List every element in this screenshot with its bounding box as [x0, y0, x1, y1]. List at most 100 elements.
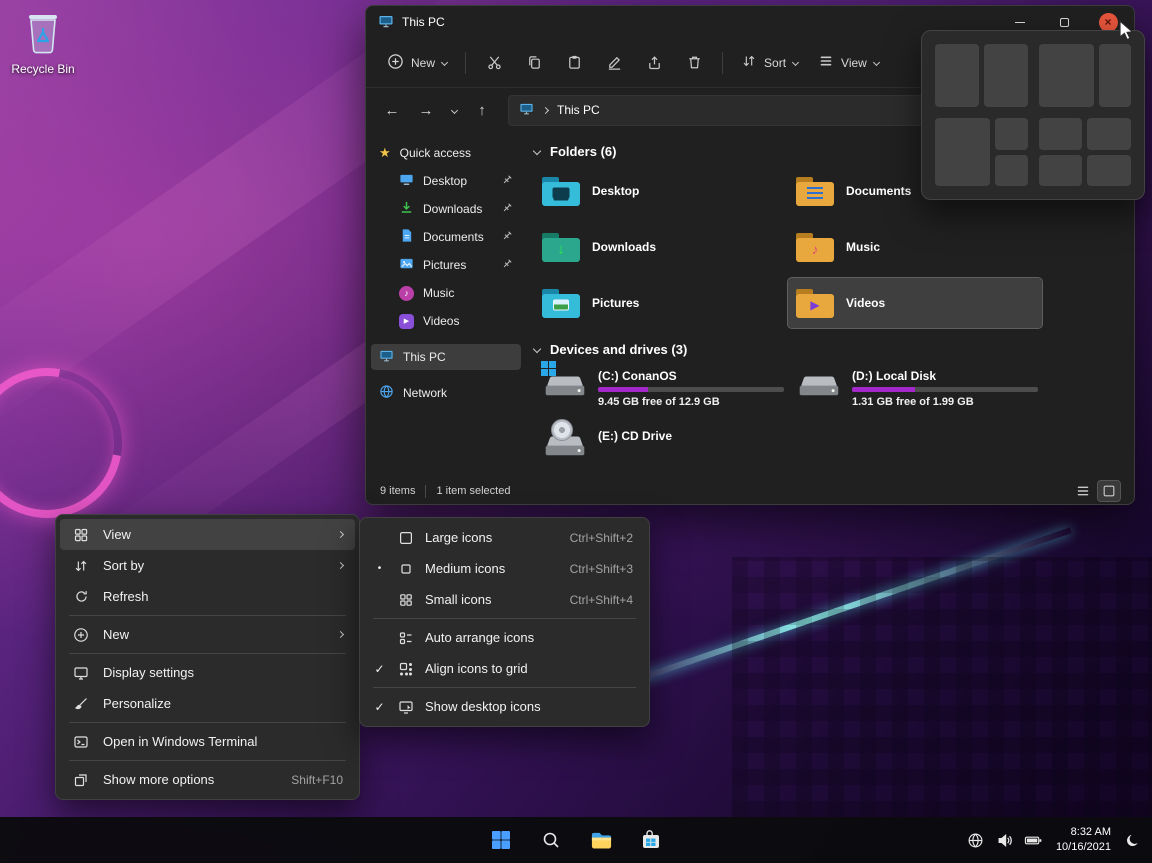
- context-menu-sort-by[interactable]: Sort by: [60, 550, 355, 581]
- d-drive-icon: [796, 368, 842, 403]
- submenu-large-icons[interactable]: Large icons Ctrl+Shift+2: [364, 522, 645, 553]
- devices-section-header[interactable]: Devices and drives (3): [532, 336, 1118, 362]
- drive-tile-d[interactable]: (D:) Local Disk 1.31 GB free of 1.99 GB: [788, 366, 1042, 418]
- context-menu-new[interactable]: New: [60, 619, 355, 650]
- forward-button[interactable]: →: [410, 95, 442, 125]
- collapse-chevron-icon: [532, 146, 542, 156]
- sidebar-item-videos[interactable]: ▶ Videos: [371, 308, 521, 334]
- menu-separator: [69, 760, 346, 761]
- recycle-bin-icon: [22, 15, 64, 58]
- context-menu-show-more-options[interactable]: Show more options Shift+F10: [60, 764, 355, 795]
- sidebar-quick-access[interactable]: ★ Quick access: [371, 140, 521, 166]
- submenu-align-to-grid[interactable]: ✓ Align icons to grid: [364, 653, 645, 684]
- sort-icon: [72, 558, 90, 574]
- battery-icon[interactable]: [1023, 829, 1045, 851]
- sidebar-label: Pictures: [423, 258, 467, 272]
- recent-locations-button[interactable]: [444, 95, 464, 125]
- submenu-small-icons[interactable]: Small icons Ctrl+Shift+4: [364, 584, 645, 615]
- folder-tile-desktop[interactable]: Desktop: [534, 166, 788, 216]
- folder-tile-downloads[interactable]: ↓ Downloads: [534, 222, 788, 272]
- videos-icon: ▶: [399, 313, 414, 329]
- up-button[interactable]: ↑: [466, 95, 498, 125]
- snap-layout-quad-grid[interactable]: [1038, 118, 1131, 186]
- start-button[interactable]: [480, 819, 522, 861]
- search-button[interactable]: [530, 819, 572, 861]
- collapse-chevron-icon: [532, 344, 542, 354]
- submenu-auto-arrange[interactable]: Auto arrange icons: [364, 622, 645, 653]
- menu-item-label: Medium icons: [425, 561, 506, 576]
- drive-free-space: 1.31 GB free of 1.99 GB: [852, 396, 974, 408]
- new-button[interactable]: New: [378, 46, 456, 80]
- back-button[interactable]: ←: [376, 95, 408, 125]
- section-title: Folders (6): [550, 143, 617, 159]
- sidebar-label: Downloads: [423, 202, 483, 216]
- folder-name: Desktop: [592, 184, 640, 198]
- copy-button[interactable]: [515, 46, 553, 80]
- this-pc-window-icon: [378, 13, 394, 32]
- breadcrumb-chevron-icon: [541, 106, 550, 114]
- context-menu-open-terminal[interactable]: Open in Windows Terminal: [60, 726, 355, 757]
- microsoft-store-button[interactable]: [630, 819, 672, 861]
- snap-layout-left-plus-stack[interactable]: [935, 118, 1028, 186]
- drive-tile-c[interactable]: (C:) ConanOS 9.45 GB free of 12.9 GB: [534, 361, 788, 418]
- sidebar-item-downloads[interactable]: Downloads: [371, 196, 521, 222]
- sort-button[interactable]: Sort: [732, 46, 807, 79]
- recycle-bin[interactable]: Recycle Bin: [8, 8, 78, 76]
- desktop-icon: [399, 172, 414, 190]
- snap-layout-wide-left[interactable]: [1038, 44, 1131, 107]
- file-explorer-button[interactable]: [580, 819, 622, 861]
- share-button[interactable]: [635, 46, 673, 80]
- cut-button[interactable]: [475, 46, 513, 80]
- drive-usage-bar: [852, 387, 1038, 392]
- rename-button[interactable]: [595, 46, 633, 80]
- context-menu-personalize[interactable]: Personalize: [60, 688, 355, 719]
- drive-name: (D:) Local Disk: [852, 369, 937, 383]
- folder-tile-videos[interactable]: ▶ Videos: [787, 277, 1043, 329]
- submenu-show-desktop-icons[interactable]: ✓ Show desktop icons: [364, 691, 645, 722]
- context-menu-refresh[interactable]: Refresh: [60, 581, 355, 612]
- new-plus-icon: [72, 627, 90, 643]
- medium-icons-icon: [397, 561, 415, 577]
- star-icon: ★: [379, 145, 391, 160]
- menu-item-label: Sort by: [103, 558, 145, 573]
- sidebar-item-this-pc[interactable]: This PC: [371, 344, 521, 370]
- recycle-bin-label: Recycle Bin: [11, 62, 75, 76]
- view-button[interactable]: View: [809, 46, 888, 79]
- wallpaper-pixel-pattern: [732, 557, 1152, 817]
- status-bar: 9 items 1 item selected: [366, 478, 1134, 504]
- context-menu-view[interactable]: View: [60, 519, 355, 550]
- sidebar-label: Music: [423, 286, 455, 300]
- sidebar-item-desktop[interactable]: Desktop: [371, 168, 521, 194]
- menu-separator: [69, 653, 346, 654]
- sidebar-item-documents[interactable]: Documents: [371, 224, 521, 250]
- taskbar-clock[interactable]: 8:32 AM 10/16/2021: [1052, 825, 1115, 855]
- view-grid-icon: [72, 527, 90, 543]
- drive-tile-e[interactable]: (E:) CD Drive: [534, 419, 788, 478]
- sidebar-label: Documents: [423, 230, 484, 244]
- snap-layout-two-columns[interactable]: [935, 44, 1028, 107]
- toolbar-divider: [465, 51, 467, 74]
- sidebar-item-music[interactable]: ♪ Music: [371, 280, 521, 306]
- folder-tile-pictures[interactable]: Pictures: [534, 278, 788, 328]
- delete-button[interactable]: [675, 46, 713, 80]
- sidebar-item-pictures[interactable]: Pictures: [371, 252, 521, 278]
- pictures-folder-icon: [542, 288, 580, 318]
- paste-button[interactable]: [555, 46, 593, 80]
- breadcrumb[interactable]: This PC: [519, 101, 600, 119]
- context-menu-display-settings[interactable]: Display settings: [60, 657, 355, 688]
- folder-tile-music[interactable]: ♪ Music: [788, 222, 1042, 272]
- cd-drive-icon: [542, 419, 588, 463]
- show-more-icon: [72, 772, 90, 788]
- sidebar-item-network[interactable]: Network: [371, 380, 521, 406]
- large-thumbnails-view-toggle[interactable]: [1097, 480, 1121, 502]
- pin-icon: [501, 258, 513, 273]
- network-globe-icon[interactable]: [965, 829, 987, 851]
- night-moon-icon[interactable]: [1122, 829, 1144, 851]
- submenu-medium-icons[interactable]: • Medium icons Ctrl+Shift+3: [364, 553, 645, 584]
- pictures-icon: [399, 256, 414, 274]
- videos-folder-icon: ▶: [796, 288, 834, 318]
- volume-icon[interactable]: [994, 829, 1016, 851]
- submenu-chevron-icon: [336, 530, 345, 539]
- details-view-toggle[interactable]: [1072, 481, 1094, 501]
- toolbar-divider: [722, 51, 724, 74]
